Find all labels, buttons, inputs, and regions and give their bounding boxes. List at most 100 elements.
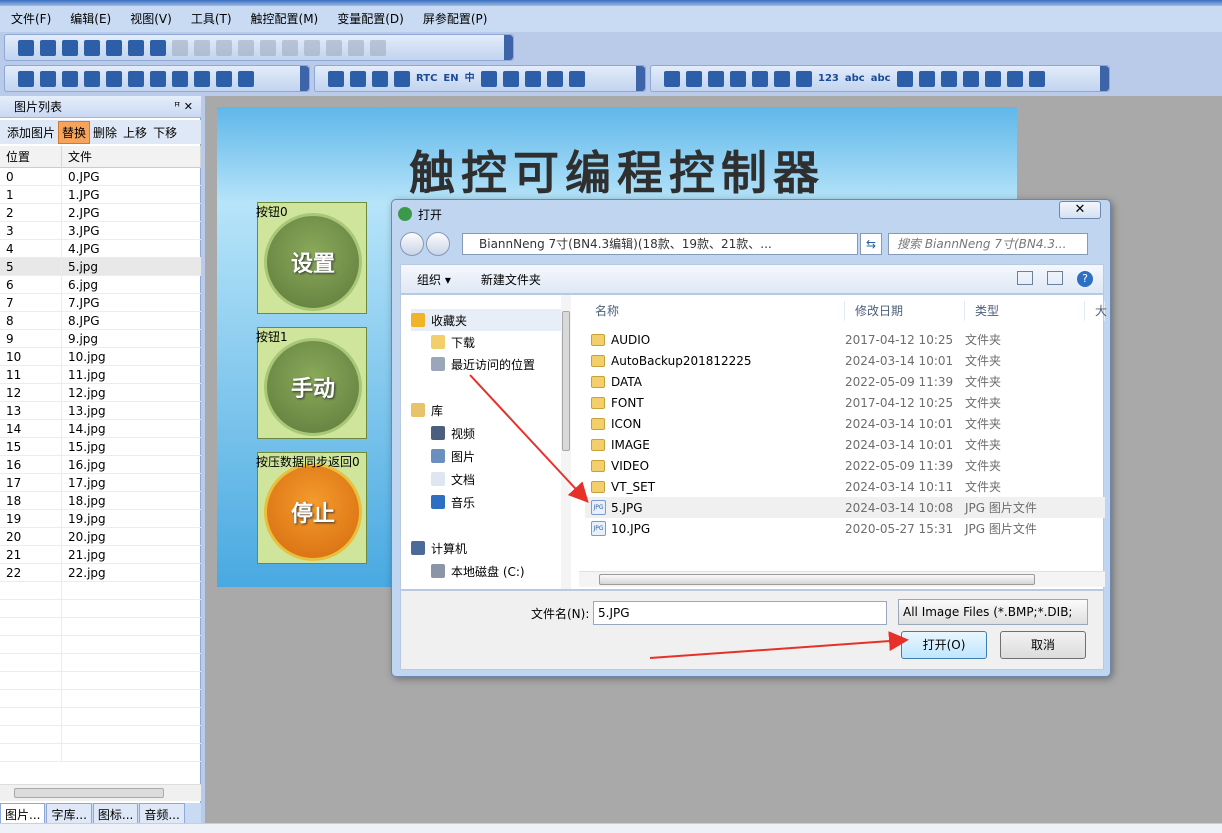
table-row[interactable]: 19 19.jpg xyxy=(0,510,201,528)
distribute-icon[interactable] xyxy=(282,39,298,56)
view-options-icon[interactable] xyxy=(1017,271,1033,285)
keyboard-icon[interactable] xyxy=(18,70,34,87)
page-icon[interactable] xyxy=(150,70,166,87)
panel-tab[interactable]: 音频... xyxy=(139,803,185,825)
grid-icon[interactable] xyxy=(502,70,519,87)
file-row[interactable]: AutoBackup201812225 2024-03-14 10:01 文件夹 xyxy=(585,350,1105,371)
pen-icon[interactable] xyxy=(328,70,344,87)
scrollbar-thumb[interactable] xyxy=(599,574,1035,585)
table-row[interactable]: 11 11.jpg xyxy=(0,366,201,384)
list-icon[interactable] xyxy=(1006,70,1023,87)
align-center-icon[interactable] xyxy=(260,39,276,56)
copy-icon[interactable] xyxy=(106,39,122,56)
font-icon[interactable] xyxy=(730,70,746,87)
table-row[interactable]: 6 6.jpg xyxy=(0,276,201,294)
column-position[interactable]: 位置 xyxy=(0,146,62,168)
menu-item[interactable]: 文件(F) xyxy=(0,6,59,32)
nav-item-computer[interactable]: 计算机 xyxy=(411,537,467,559)
chart-icon[interactable] xyxy=(686,70,702,87)
table-row[interactable]: 16 16.jpg xyxy=(0,456,201,474)
nav-scrollbar[interactable] xyxy=(561,295,571,589)
paste-icon[interactable] xyxy=(128,39,144,56)
users-icon[interactable] xyxy=(940,70,957,87)
toolbar-text-button[interactable]: 123 xyxy=(818,71,839,87)
menu-item[interactable]: 工具(T) xyxy=(180,6,240,32)
group-icon[interactable] xyxy=(348,39,364,56)
new-folder-button[interactable]: 新建文件夹 xyxy=(481,271,541,288)
table-row[interactable]: 5 5.jpg xyxy=(0,258,201,276)
align-right-icon[interactable] xyxy=(194,39,210,56)
hmi-button-stop[interactable]: 停止 按压数据同步返回0 xyxy=(256,452,367,564)
qrcode-icon[interactable] xyxy=(1028,70,1045,87)
table-row[interactable]: 15 15.jpg xyxy=(0,438,201,456)
table-row[interactable]: 7 7.JPG xyxy=(0,294,201,312)
edit-icon[interactable] xyxy=(216,70,232,87)
panel-tool-button[interactable]: 删除 xyxy=(90,122,120,143)
table-row[interactable]: 1 1.JPG xyxy=(0,186,201,204)
open-folder-icon[interactable] xyxy=(40,39,56,56)
undo-icon[interactable] xyxy=(150,39,166,56)
number-icon[interactable] xyxy=(796,70,812,87)
table-row[interactable]: 9 9.jpg xyxy=(0,330,201,348)
toolbar-text-button[interactable]: abc xyxy=(845,71,865,87)
filetype-select[interactable]: All Image Files (*.BMP;*.DIB; xyxy=(898,599,1088,625)
scrollbar-thumb[interactable] xyxy=(562,311,570,451)
table-row[interactable]: 14 14.jpg xyxy=(0,420,201,438)
menu-item[interactable]: 屏参配置(P) xyxy=(412,6,496,32)
nav-item-local_disk[interactable]: 本地磁盘 (C:) xyxy=(431,560,525,582)
file-row[interactable]: VT_SET 2024-03-14 10:11 文件夹 xyxy=(585,476,1105,497)
close-button[interactable]: ✕ xyxy=(1059,201,1101,219)
panel-tab[interactable]: 图标... xyxy=(92,803,139,825)
hand-icon[interactable] xyxy=(480,70,497,87)
pin-close-icon[interactable]: ꟸ ✕ xyxy=(174,100,193,113)
table-row[interactable]: 12 12.jpg xyxy=(0,384,201,402)
horizontal-scrollbar[interactable] xyxy=(0,784,201,801)
clock-icon[interactable] xyxy=(896,70,913,87)
address-bar[interactable]: BiannNeng 7寸(BN4.3编辑)(18款、19款、21款、... xyxy=(462,233,858,255)
panel-tool-button[interactable]: 上移 xyxy=(120,122,150,143)
organize-menu[interactable]: 组织 ▾ xyxy=(417,271,451,288)
column-header[interactable]: 大 xyxy=(1085,301,1107,321)
panel-tab[interactable]: 图片... xyxy=(0,803,46,825)
nav-item-music[interactable]: 音乐 xyxy=(431,491,475,513)
column-header[interactable]: 修改日期 xyxy=(845,301,965,321)
file-row[interactable]: JPG 10.JPG 2020-05-27 15:31 JPG 图片文件 xyxy=(585,518,1105,539)
toolbar-text-button[interactable]: abc xyxy=(871,71,891,87)
nav-item-videos[interactable]: 视频 xyxy=(431,422,475,444)
table-row[interactable]: 13 13.jpg xyxy=(0,402,201,420)
text-icon[interactable] xyxy=(128,70,144,87)
table-row[interactable]: 4 4.JPG xyxy=(0,240,201,258)
hmi-button-settings[interactable]: 设置 按钮0 xyxy=(256,202,367,314)
table-row[interactable]: 21 21.jpg xyxy=(0,546,201,564)
align-left-icon[interactable] xyxy=(172,39,188,56)
file-row[interactable]: FONT 2017-04-12 10:25 文件夹 xyxy=(585,392,1105,413)
nav-item-libraries[interactable]: 库 xyxy=(411,399,443,421)
menu-item[interactable]: 触控配置(M) xyxy=(240,6,327,32)
column-header[interactable]: 名称 xyxy=(585,301,845,321)
ungroup-icon[interactable] xyxy=(370,39,386,56)
align-top-icon[interactable] xyxy=(216,39,232,56)
nav-item-favorites[interactable]: 收藏夹 xyxy=(411,309,561,331)
save-icon[interactable] xyxy=(62,39,78,56)
square-icon[interactable] xyxy=(546,70,563,87)
toolbar-text-button[interactable]: EN xyxy=(443,71,458,87)
filename-input[interactable]: 5.JPG xyxy=(593,601,887,625)
file-row[interactable]: AUDIO 2017-04-12 10:25 文件夹 xyxy=(585,329,1105,350)
tools-icon[interactable] xyxy=(524,70,541,87)
nav-item-recent[interactable]: 最近访问的位置 xyxy=(431,353,535,375)
panel-tool-button[interactable]: 添加图片 xyxy=(4,122,58,143)
file-row[interactable]: JPG 5.JPG 2024-03-14 10:08 JPG 图片文件 xyxy=(585,497,1105,518)
wave-icon[interactable] xyxy=(962,70,979,87)
menu-item[interactable]: 编辑(E) xyxy=(59,6,119,32)
menu-item[interactable]: 视图(V) xyxy=(119,6,180,32)
image-icon[interactable] xyxy=(752,70,768,87)
zoom-icon[interactable] xyxy=(238,70,254,87)
toolbar-text-button[interactable]: RTC xyxy=(416,71,437,87)
table-row[interactable]: 17 17.jpg xyxy=(0,474,201,492)
table-row[interactable]: 10 10.jpg xyxy=(0,348,201,366)
toolbar-text-button[interactable]: 中 xyxy=(465,71,475,87)
panel-tab[interactable]: 字库... xyxy=(46,803,92,825)
calculator-icon[interactable] xyxy=(194,70,210,87)
download-icon[interactable] xyxy=(62,70,78,87)
cut-icon[interactable] xyxy=(84,39,100,56)
